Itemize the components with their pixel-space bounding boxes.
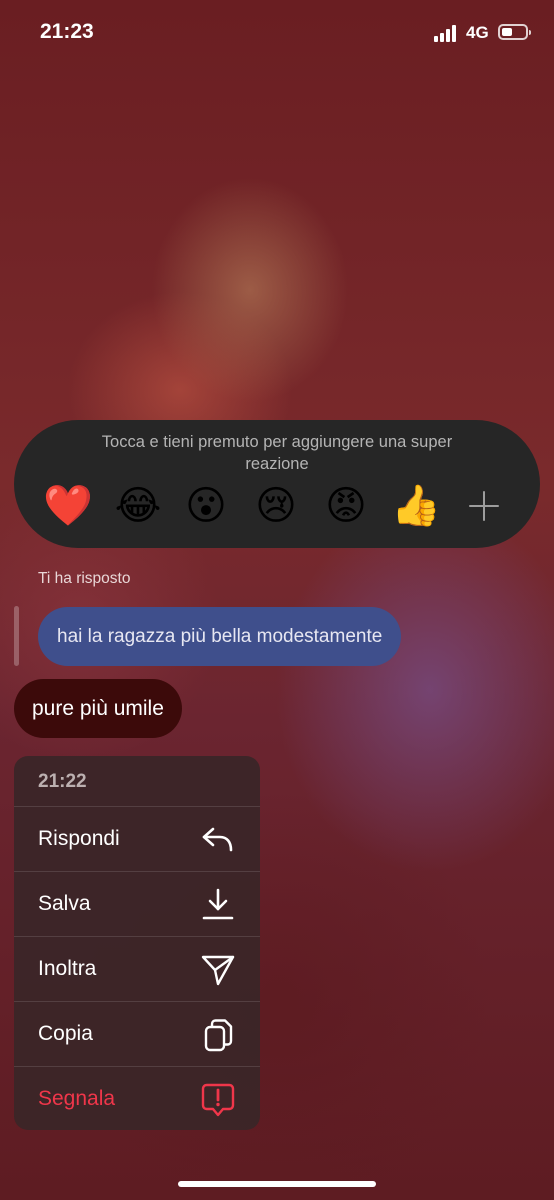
- menu-item-label: Segnala: [38, 1087, 116, 1110]
- menu-item-copy[interactable]: Copia: [14, 1001, 260, 1067]
- laughing-reaction[interactable]: 😂: [110, 478, 166, 534]
- message-bubble[interactable]: pure più umile: [14, 679, 182, 738]
- thumbs-up-reaction[interactable]: 👍: [388, 478, 444, 534]
- battery-icon: [498, 24, 531, 40]
- signal-strength-icon: [434, 24, 460, 42]
- network-type: 4G: [466, 23, 489, 42]
- menu-item-label: Salva: [38, 892, 91, 915]
- copy-icon: [204, 1019, 233, 1052]
- menu-item-report[interactable]: Segnala: [14, 1066, 260, 1130]
- surprised-reaction[interactable]: 😮: [178, 478, 234, 534]
- menu-item-reply[interactable]: Rispondi: [14, 806, 260, 872]
- menu-item-label: Copia: [38, 1022, 93, 1045]
- send-icon: [201, 955, 235, 986]
- reply-arrow-icon: [202, 827, 233, 852]
- message-context-menu: 21:22 Rispondi Salva Inoltra Copia Segna…: [14, 756, 260, 1130]
- menu-item-forward[interactable]: Inoltra: [14, 936, 260, 1002]
- reaction-hint: Tocca e tieni premuto per aggiungere una…: [101, 433, 453, 473]
- quoted-message-bubble[interactable]: hai la ragazza più bella modestamente: [38, 607, 402, 666]
- heart-reaction[interactable]: ❤️: [40, 478, 96, 534]
- menu-item-label: Inoltra: [38, 957, 97, 980]
- plus-icon[interactable]: [456, 478, 512, 534]
- reply-label: Ti ha risposto: [38, 570, 131, 587]
- status-time: 21:23: [40, 20, 94, 43]
- angry-reaction[interactable]: 😡: [318, 478, 374, 534]
- download-icon: [202, 888, 234, 920]
- menu-timestamp: 21:22: [38, 771, 87, 792]
- crying-reaction[interactable]: 😢: [248, 478, 304, 534]
- home-indicator[interactable]: [178, 1181, 376, 1187]
- status-bar: 21:23 4G: [0, 0, 554, 70]
- reply-indicator-line: [14, 606, 19, 666]
- report-icon: [201, 1083, 235, 1117]
- menu-item-label: Rispondi: [38, 827, 120, 850]
- menu-item-save[interactable]: Salva: [14, 871, 260, 937]
